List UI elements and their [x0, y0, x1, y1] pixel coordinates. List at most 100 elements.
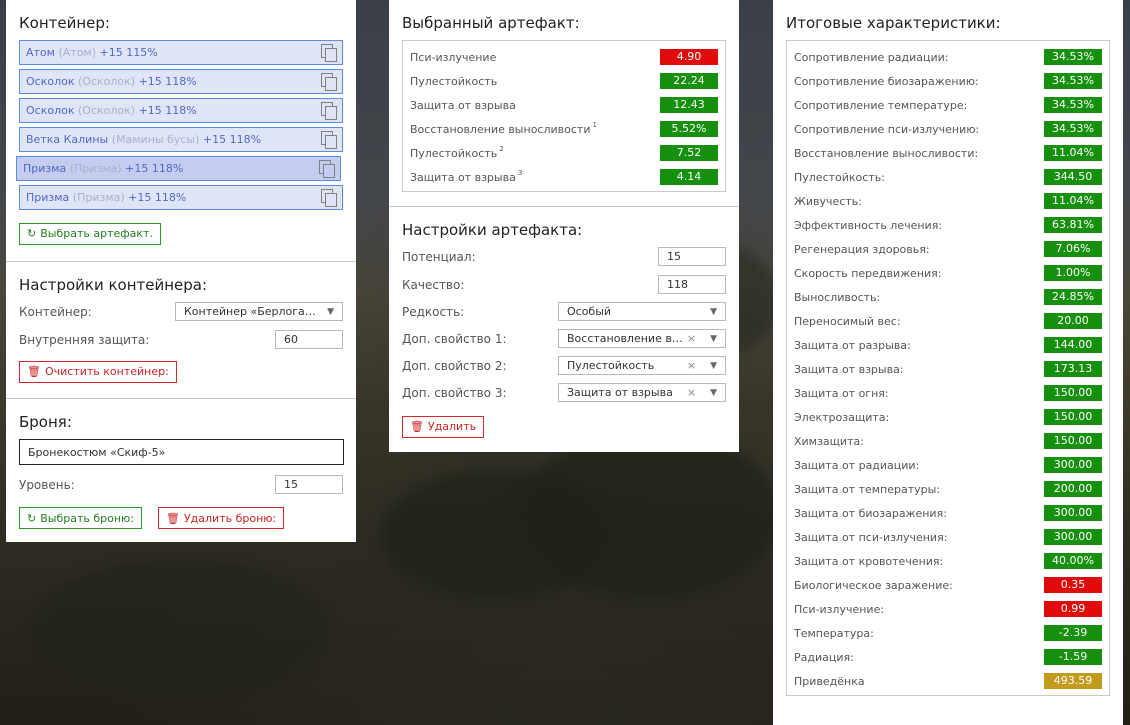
trash-icon: 🗑 [410, 420, 424, 433]
stat-value: 11.04% [1044, 145, 1102, 161]
clear-container-button[interactable]: 🗑 Очистить контейнер: [19, 360, 177, 383]
stat-label: Пулестойкость 2 [410, 144, 504, 160]
copy-icon[interactable] [320, 44, 337, 62]
total-stat-row: Приведёнка 493.59 [794, 669, 1102, 693]
total-stat-row: Переносимый вес: 20.00 [794, 309, 1102, 333]
potential-input[interactable] [658, 247, 726, 266]
stat-value: 40.00% [1044, 553, 1102, 569]
stat-label: Сопротивление пси-излучению: [794, 122, 980, 136]
selected-artifact-title: Выбранный артефакт: [402, 14, 580, 32]
container-item-label: Осколок (Осколок) +15 118% [26, 75, 197, 88]
armor-section: Броня: Уровень: ↻ Выбрать броню: 🗑 Удали… [6, 399, 356, 541]
stat-value: 34.53% [1044, 73, 1102, 89]
stat-label: Защита от пси-излучения: [794, 530, 948, 544]
container-item[interactable]: Осколок (Осколок) +15 118% [19, 69, 343, 94]
refresh-icon: ↻ [27, 227, 37, 240]
clear-icon[interactable]: × [687, 332, 696, 345]
copy-icon[interactable] [320, 189, 337, 207]
totals-section: Итоговые характеристики: Сопротивление р… [773, 0, 1123, 710]
stat-label: Регенерация здоровья: [794, 242, 930, 256]
artifact-stat-row: Защита от взрыва 12.43 [410, 93, 718, 117]
container-select[interactable]: Контейнер «Берлога… ▼ [175, 302, 343, 321]
stat-value: 300.00 [1044, 505, 1102, 521]
total-stat-row: Химзащита: 150.00 [794, 429, 1102, 453]
selected-artifact-section: Выбранный артефакт: Пси-излучение 4.90 Пул… [389, 0, 739, 207]
stat-label: Пулестойкость: [794, 170, 885, 184]
container-item[interactable]: Осколок (Осколок) +15 118% [19, 98, 343, 123]
stat-value: 22.24 [660, 73, 718, 89]
stat-label: Эффективность лечения: [794, 218, 943, 232]
total-stat-row: Скорость передвижения: 1.00% [794, 261, 1102, 285]
stat-label: Биологическое заражение: [794, 578, 953, 592]
stat-label: Приведёнка [794, 674, 865, 688]
container-item[interactable]: Атом (Атом) +15 115% [19, 40, 343, 65]
total-stat-row: Электрозащита: 150.00 [794, 405, 1102, 429]
armor-level-input[interactable] [275, 475, 343, 494]
stat-label: Температура: [794, 626, 874, 640]
stat-label: Скорость передвижения: [794, 266, 942, 280]
container-item[interactable]: Ветка Калины (Мамины бусы) +15 118% [19, 127, 343, 152]
copy-icon[interactable] [320, 102, 337, 120]
stat-label: Пси-излучение [410, 50, 497, 64]
armor-input[interactable] [19, 439, 344, 465]
total-stat-row: Температура: -2.39 [794, 621, 1102, 645]
clear-icon[interactable]: × [687, 386, 696, 399]
chevron-down-icon: ▼ [710, 360, 717, 371]
container-item-label: Осколок (Осколок) +15 118% [26, 104, 197, 117]
container-item-label: Ветка Калины (Мамины бусы) +15 118% [26, 133, 262, 146]
copy-icon[interactable] [320, 131, 337, 149]
stat-label: Защита от взрыва: [794, 362, 904, 376]
artifact-settings-title: Настройки артефакта: [402, 221, 583, 239]
total-stat-row: Сопротивление температуре: 34.53% [794, 93, 1102, 117]
total-stat-row: Пси-излучение: 0.99 [794, 597, 1102, 621]
total-stat-row: Защита от пси-излучения: 300.00 [794, 525, 1102, 549]
extra3-select[interactable]: Защита от взрыва × ▼ [558, 383, 726, 402]
quality-input[interactable] [658, 275, 726, 294]
chevron-down-icon: ▼ [710, 387, 717, 398]
stat-value: 63.81% [1044, 217, 1102, 233]
protection-input[interactable] [275, 330, 343, 349]
chevron-down-icon: ▼ [710, 333, 717, 344]
container-item-label: Призма (Призма) +15 118% [23, 162, 184, 175]
stat-value: 5.52% [660, 121, 718, 137]
stat-value: 150.00 [1044, 385, 1102, 401]
extra1-select[interactable]: Восстановление в… × ▼ [558, 329, 726, 348]
total-stat-row: Регенерация здоровья: 7.06% [794, 237, 1102, 261]
container-item[interactable]: Призма (Призма) +15 118% [16, 156, 341, 181]
stat-label: Защита от взрыва 3 [410, 168, 523, 184]
delete-artifact-button[interactable]: 🗑 Удалить [402, 415, 485, 438]
total-stat-row: Сопротивление пси-излучению: 34.53% [794, 117, 1102, 141]
stat-value: -1.59 [1044, 649, 1102, 665]
stat-label: Живучесть: [794, 194, 862, 208]
stat-value: 200.00 [1044, 481, 1102, 497]
total-stat-row: Пулестойкость: 344.50 [794, 165, 1102, 189]
clear-icon[interactable]: × [687, 359, 696, 372]
level-label: Уровень: [19, 477, 75, 492]
stat-value: 24.85% [1044, 289, 1102, 305]
total-stat-row: Защита от взрыва: 173.13 [794, 357, 1102, 381]
container-settings-title: Настройки контейнера: [19, 276, 208, 294]
middle-panel: Выбранный артефакт: Пси-излучение 4.90 Пул… [389, 0, 739, 452]
stat-label: Защита от температуры: [794, 482, 941, 496]
rarity-select[interactable]: Особый ▼ [558, 302, 726, 321]
copy-icon[interactable] [320, 73, 337, 91]
total-stat-row: Защита от биозаражения: 300.00 [794, 501, 1102, 525]
stat-value: 7.52 [660, 145, 718, 161]
armor-title: Броня: [19, 413, 72, 431]
stat-value: 20.00 [1044, 313, 1102, 329]
delete-armor-button[interactable]: 🗑 Удалить броню: [158, 507, 285, 529]
stat-value: 0.99 [1044, 601, 1102, 617]
container-item[interactable]: Призма (Призма) +15 118% [19, 185, 343, 210]
stat-label: Сопротивление температуре: [794, 98, 968, 112]
choose-armor-button[interactable]: ↻ Выбрать броню: [19, 507, 142, 529]
total-stat-row: Защита от радиации: 300.00 [794, 453, 1102, 477]
copy-icon[interactable] [318, 160, 335, 178]
choose-artifact-button[interactable]: ↻ Выбрать артефакт. [19, 222, 161, 245]
stat-value: 300.00 [1044, 529, 1102, 545]
total-stat-row: Радиация: -1.59 [794, 645, 1102, 669]
rarity-label: Редкость: [402, 304, 465, 319]
total-stat-row: Защита от кровотечения: 40.00% [794, 549, 1102, 573]
extra2-select[interactable]: Пулестойкость × ▼ [558, 356, 726, 375]
stat-label: Защита от кровотечения: [794, 554, 944, 568]
stat-value: 150.00 [1044, 409, 1102, 425]
